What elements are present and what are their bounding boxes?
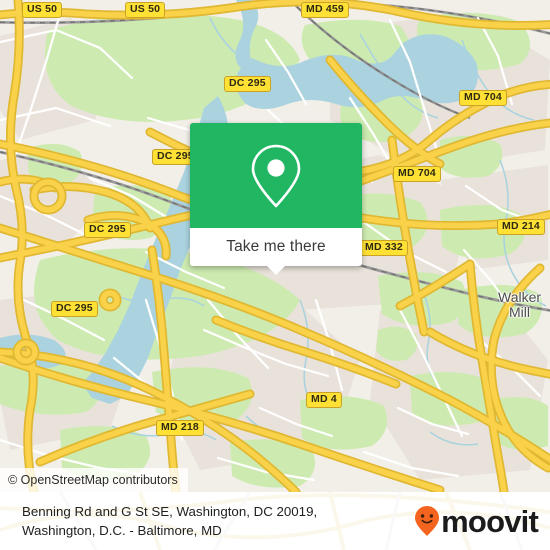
take-me-there-button-label: Take me there <box>226 238 326 255</box>
route-shield[interactable]: MD 704 <box>393 166 441 182</box>
location-popup-card[interactable]: Take me there <box>190 123 362 275</box>
moovit-smiling-pin-icon <box>415 506 440 536</box>
place-label-line2: Mill <box>509 304 531 320</box>
location-line-1: Benning Rd and G St SE, Washington, DC 2… <box>22 504 318 519</box>
popup-header <box>190 123 362 228</box>
route-shield[interactable]: MD 4 <box>306 392 342 408</box>
footer-bar: Benning Rd and G St SE, Washington, DC 2… <box>0 492 550 550</box>
osm-attribution[interactable]: © OpenStreetMap contributors <box>0 468 188 492</box>
map-pin-icon <box>251 144 301 207</box>
route-shield[interactable]: MD 332 <box>360 240 408 256</box>
place-label-line1: Walker <box>498 289 542 305</box>
location-line-2: Washington, D.C. - Baltimore, MD <box>22 523 222 538</box>
route-shield[interactable]: MD 459 <box>301 2 349 18</box>
route-shield[interactable]: DC 295 <box>224 76 271 92</box>
route-shield[interactable]: US 50 <box>22 2 63 18</box>
map-canvas[interactable]: Walker Mill US 50 US 50 MD 459 DC 295 MD… <box>0 0 550 492</box>
popup-action-bar[interactable]: Take me there <box>190 228 362 275</box>
route-shield[interactable]: MD 214 <box>497 219 545 235</box>
moovit-wordmark: moovit <box>441 503 539 539</box>
route-shield[interactable]: US 50 <box>125 2 166 18</box>
route-shield[interactable]: DC 295 <box>51 301 98 317</box>
map-screenshot: Walker Mill US 50 US 50 MD 459 DC 295 MD… <box>0 0 550 550</box>
route-shield[interactable]: DC 295 <box>84 222 131 238</box>
route-shield[interactable]: MD 704 <box>459 90 507 106</box>
place-label-walker-mill: Walker Mill <box>498 290 541 320</box>
osm-attribution-text: © OpenStreetMap contributors <box>8 473 178 487</box>
moovit-logo[interactable]: moovit <box>414 503 539 539</box>
route-shield[interactable]: MD 218 <box>156 420 204 436</box>
location-description: Benning Rd and G St SE, Washington, DC 2… <box>0 502 317 540</box>
